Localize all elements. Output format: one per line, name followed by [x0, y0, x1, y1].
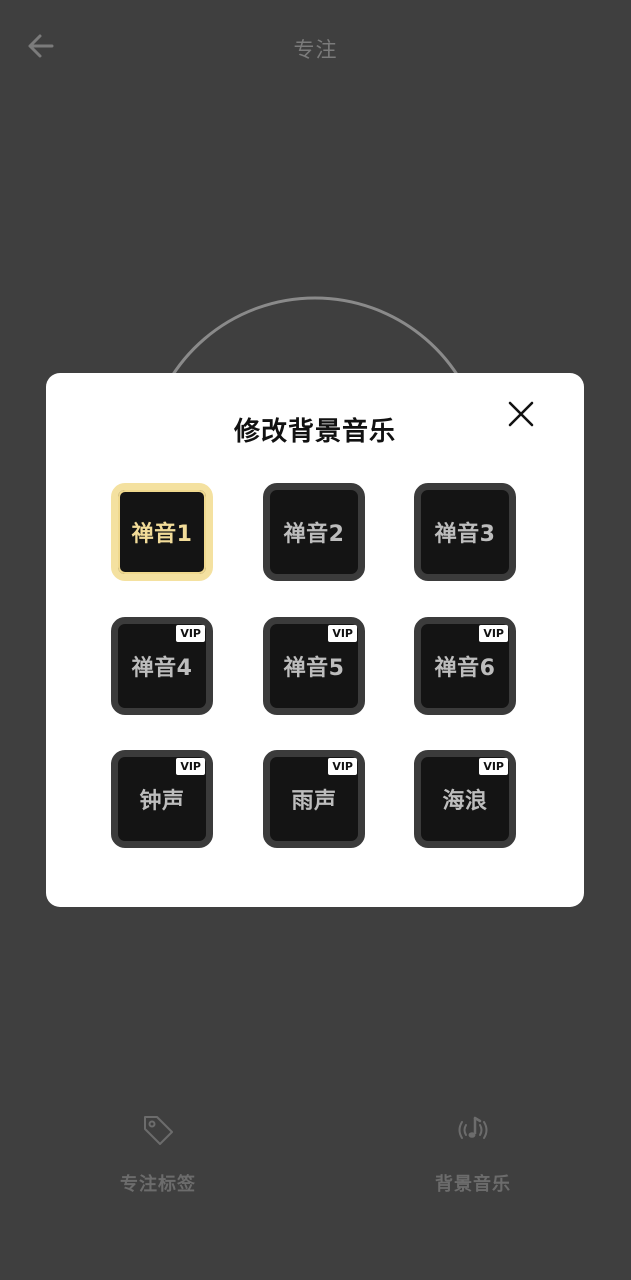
- track-label: 禅音4: [131, 656, 193, 681]
- background-music-label: 背景音乐: [435, 1174, 511, 1195]
- track-label: 禅音2: [283, 522, 345, 547]
- track-label: 钟声: [139, 789, 185, 814]
- focus-screen: 专注 专注标签 背景音乐 修改背景音乐 禅音1 禅音2 禅音3 VIP 禅音4 …: [0, 0, 631, 1280]
- track-tile-selected[interactable]: 禅音1: [111, 483, 213, 581]
- track-label: 禅音5: [283, 656, 345, 681]
- track-tile[interactable]: VIP 禅音4: [111, 617, 213, 715]
- track-tile[interactable]: 禅音2: [263, 483, 365, 581]
- track-label: 禅音3: [434, 522, 496, 547]
- music-note-icon: [453, 1110, 493, 1150]
- track-label: 禅音1: [131, 522, 193, 547]
- modal-title: 修改背景音乐: [233, 417, 396, 447]
- tag-icon: [138, 1110, 178, 1150]
- track-label: 雨声: [291, 789, 337, 814]
- vip-badge: VIP: [328, 625, 357, 642]
- track-label: 海浪: [442, 789, 488, 814]
- track-tile[interactable]: VIP 钟声: [111, 750, 213, 848]
- vip-badge: VIP: [479, 625, 508, 642]
- track-label: 禅音6: [434, 656, 496, 681]
- track-tile[interactable]: 禅音3: [414, 483, 516, 581]
- track-tile[interactable]: VIP 雨声: [263, 750, 365, 848]
- page-title: 专注: [293, 38, 338, 62]
- focus-tag-label: 专注标签: [120, 1174, 196, 1195]
- track-tile[interactable]: VIP 禅音6: [414, 617, 516, 715]
- music-picker-modal: 修改背景音乐 禅音1 禅音2 禅音3 VIP 禅音4 VIP 禅音5 VIP 禅…: [46, 373, 584, 907]
- close-button[interactable]: [506, 399, 536, 429]
- background-music-button[interactable]: 背景音乐: [393, 1110, 553, 1196]
- vip-badge: VIP: [479, 758, 508, 775]
- track-tile[interactable]: VIP 海浪: [414, 750, 516, 848]
- track-tile[interactable]: VIP 禅音5: [263, 617, 365, 715]
- focus-tag-button[interactable]: 专注标签: [78, 1110, 238, 1196]
- vip-badge: VIP: [328, 758, 357, 775]
- vip-badge: VIP: [176, 625, 205, 642]
- vip-badge: VIP: [176, 758, 205, 775]
- close-icon: [508, 401, 534, 427]
